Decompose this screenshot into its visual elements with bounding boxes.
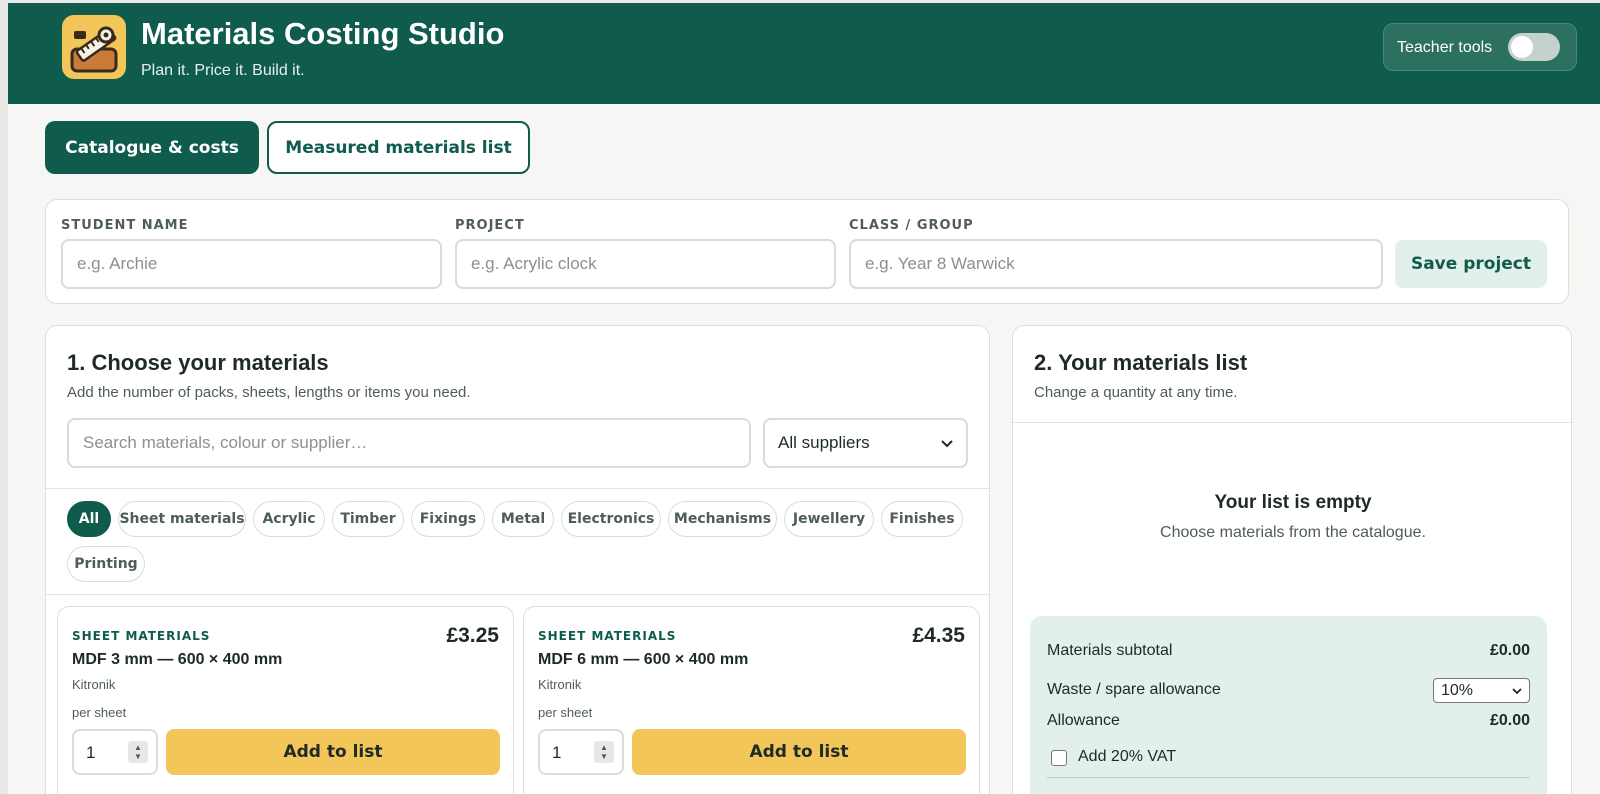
spinner-arrows-icon[interactable]: ▲ ▼: [594, 741, 614, 763]
project-details-card: STUDENT NAME PROJECT CLASS / GROUP Save …: [45, 199, 1569, 304]
chevron-down-icon: [1512, 682, 1522, 700]
product-price: £4.35: [912, 624, 965, 647]
chip-sheet-materials[interactable]: Sheet materials: [118, 501, 246, 537]
app-page: Materials Costing Studio Plan it. Price …: [8, 3, 1600, 794]
spinner-arrows-icon[interactable]: ▲ ▼: [128, 741, 148, 763]
chip-jewellery[interactable]: Jewellery: [784, 501, 874, 537]
waste-select-value: 10%: [1441, 681, 1474, 699]
product-category: SHEET MATERIALS: [72, 629, 211, 643]
vat-label: Add 20% VAT: [1078, 748, 1177, 765]
app-subtitle: Plan it. Price it. Build it.: [141, 62, 305, 79]
subtotal-value: £0.00: [1489, 642, 1530, 659]
student-name-input[interactable]: [61, 239, 442, 289]
quantity-value: 1: [552, 743, 562, 762]
product-name: MDF 3 mm — 600 × 400 mm: [72, 651, 283, 668]
catalogue-subtitle: Add the number of packs, sheets, lengths…: [67, 384, 471, 401]
project-input[interactable]: [455, 239, 836, 289]
divider: [1013, 422, 1571, 423]
teacher-tools-toggle[interactable]: [1508, 33, 1560, 61]
waste-row: Waste / spare allowance 10%: [1047, 678, 1530, 703]
project-label: PROJECT: [455, 218, 525, 233]
toggle-knob: [1511, 36, 1533, 58]
catalogue-panel: 1. Choose your materials Add the number …: [45, 325, 990, 794]
list-title: 2. Your materials list: [1034, 350, 1248, 375]
save-project-button[interactable]: Save project: [1395, 240, 1547, 288]
add-to-list-button[interactable]: Add to list: [166, 729, 500, 775]
product-supplier: Kitronik: [72, 677, 116, 692]
chip-electronics[interactable]: Electronics: [561, 501, 661, 537]
product-name: MDF 6 mm — 600 × 400 mm: [538, 651, 749, 668]
student-name-label: STUDENT NAME: [61, 218, 189, 233]
class-group-input[interactable]: [849, 239, 1383, 289]
vat-checkbox[interactable]: [1051, 750, 1067, 766]
teacher-tools-label: Teacher tools: [1397, 39, 1493, 56]
materials-list-panel: 2. Your materials list Change a quantity…: [1012, 325, 1572, 794]
divider: [46, 594, 989, 595]
product-card: SHEET MATERIALS £3.25 MDF 3 mm — 600 × 4…: [57, 606, 514, 794]
totals-box: Materials subtotal £0.00 Waste / spare a…: [1030, 616, 1547, 794]
quantity-stepper[interactable]: 1 ▲ ▼: [72, 729, 158, 775]
list-subtitle: Change a quantity at any time.: [1034, 384, 1238, 401]
product-price: £3.25: [446, 624, 499, 647]
catalogue-title: 1. Choose your materials: [67, 350, 329, 375]
allowance-label: Allowance: [1047, 712, 1120, 729]
chip-timber[interactable]: Timber: [332, 501, 404, 537]
product-category: SHEET MATERIALS: [538, 629, 677, 643]
product-unit: per sheet: [72, 705, 127, 720]
quantity-value: 1: [86, 743, 96, 762]
chip-all[interactable]: All: [67, 501, 111, 537]
empty-state-subtitle: Choose materials from the catalogue.: [1160, 524, 1426, 541]
allowance-value: £0.00: [1489, 712, 1530, 729]
chip-fixings[interactable]: Fixings: [411, 501, 485, 537]
quantity-stepper[interactable]: 1 ▲ ▼: [538, 729, 624, 775]
product-supplier: Kitronik: [538, 677, 582, 692]
supplier-select[interactable]: All suppliers: [763, 418, 968, 468]
product-card: SHEET MATERIALS £4.35 MDF 6 mm — 600 × 4…: [523, 606, 980, 794]
class-group-label: CLASS / GROUP: [849, 218, 974, 233]
chip-mechanisms[interactable]: Mechanisms: [668, 501, 777, 537]
waste-label: Waste / spare allowance: [1047, 681, 1221, 698]
chip-finishes[interactable]: Finishes: [881, 501, 963, 537]
chevron-down-icon: [941, 433, 953, 453]
teacher-tools-control: Teacher tools: [1383, 23, 1577, 71]
tab-catalogue-costs[interactable]: Catalogue & costs: [45, 121, 259, 174]
divider: [1047, 777, 1530, 778]
tab-measured-materials-list[interactable]: Measured materials list: [267, 121, 530, 174]
product-unit: per sheet: [538, 705, 593, 720]
add-to-list-button[interactable]: Add to list: [632, 729, 966, 775]
chip-printing[interactable]: Printing: [67, 546, 145, 582]
empty-state-title: Your list is empty: [1214, 492, 1372, 513]
ruler-saw-toolbox-icon: [62, 15, 126, 79]
subtotal-row: Materials subtotal £0.00: [1047, 642, 1530, 660]
app-header: Materials Costing Studio Plan it. Price …: [8, 3, 1600, 104]
chip-metal[interactable]: Metal: [492, 501, 554, 537]
waste-allowance-select[interactable]: 10%: [1433, 678, 1530, 703]
search-input[interactable]: [67, 418, 751, 468]
supplier-select-value: All suppliers: [778, 433, 870, 452]
divider: [46, 488, 989, 489]
app-title: Materials Costing Studio: [141, 16, 505, 51]
subtotal-label: Materials subtotal: [1047, 642, 1173, 659]
allowance-row: Allowance £0.00: [1047, 712, 1530, 730]
chip-acrylic[interactable]: Acrylic: [253, 501, 325, 537]
